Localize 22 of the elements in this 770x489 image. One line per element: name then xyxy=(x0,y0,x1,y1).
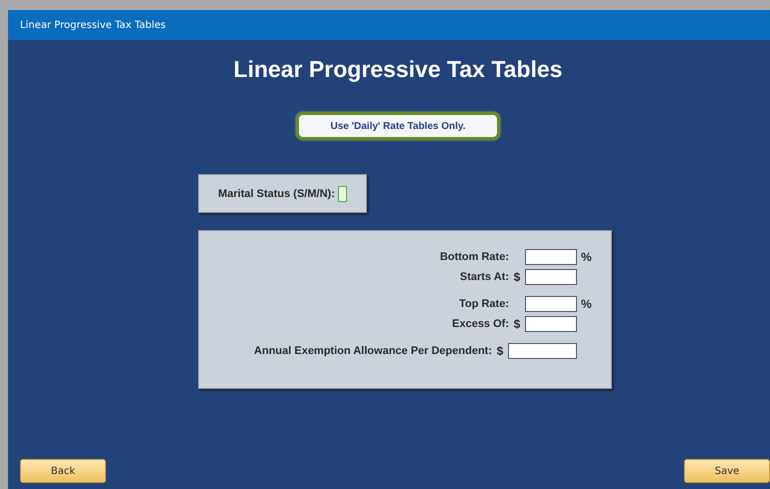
field-label: Excess Of: xyxy=(452,318,509,330)
page-heading: Linear Progressive Tax Tables xyxy=(234,56,562,83)
field-label: Annual Exemption Allowance Per Dependent: xyxy=(254,345,492,357)
input-field[interactable] xyxy=(525,296,577,312)
dollar-sign: $ xyxy=(513,270,521,284)
percent-sign: % xyxy=(581,297,589,311)
field-label: Starts At: xyxy=(460,271,509,283)
dollar-sign: $ xyxy=(513,317,521,331)
marital-status-label: Marital Status (S/M/N): xyxy=(218,188,335,200)
field-label: Top Rate: xyxy=(459,298,509,310)
window-title: Linear Progressive Tax Tables xyxy=(8,10,770,40)
field-label: Bottom Rate: xyxy=(440,251,509,263)
percent-sign: % xyxy=(581,250,589,264)
input-field[interactable] xyxy=(525,269,577,285)
daily-rate-button[interactable]: Use 'Daily' Rate Tables Only. xyxy=(296,112,500,140)
input-field[interactable] xyxy=(525,249,577,265)
input-field[interactable] xyxy=(508,343,577,359)
save-button[interactable]: Save xyxy=(684,459,770,483)
marital-status-field[interactable] xyxy=(338,186,347,202)
input-field[interactable] xyxy=(525,316,577,332)
back-button[interactable]: Back xyxy=(20,459,106,483)
dollar-sign: $ xyxy=(496,344,504,358)
